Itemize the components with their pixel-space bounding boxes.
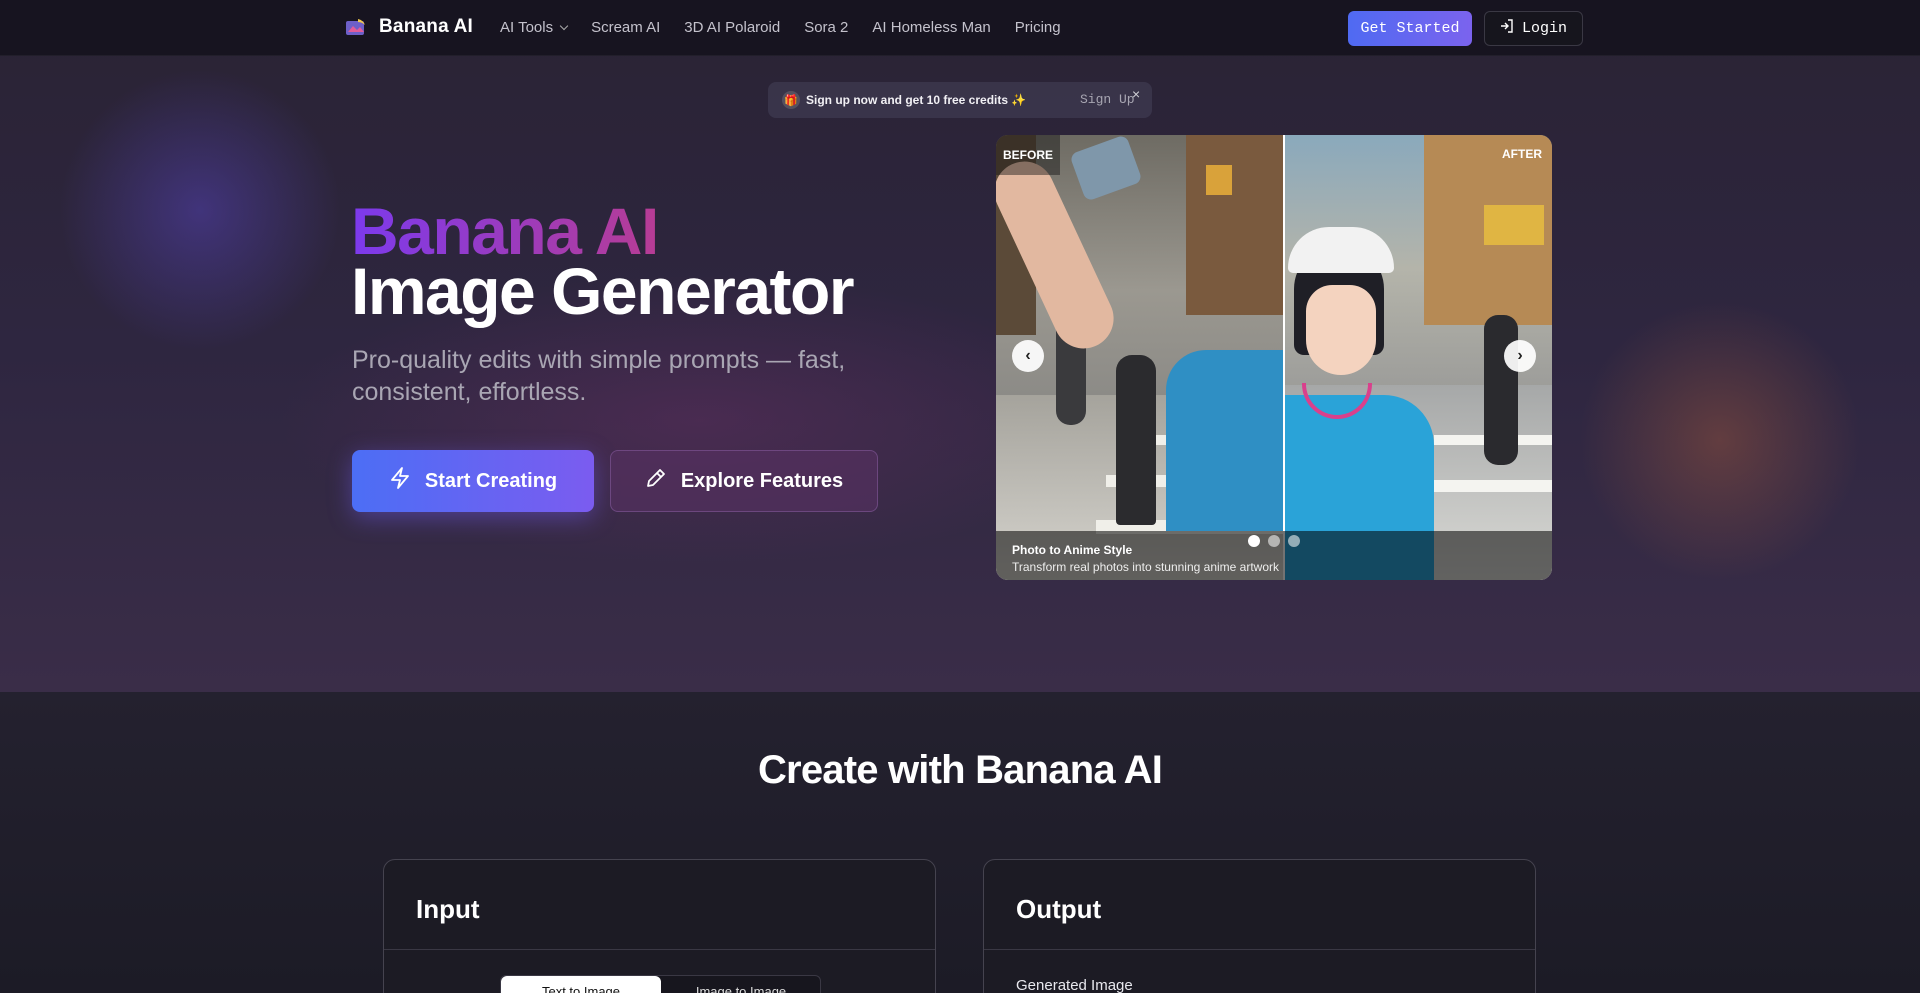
divider bbox=[384, 949, 935, 950]
sign-shape bbox=[1484, 205, 1544, 245]
crosswalk-stripe bbox=[1434, 480, 1552, 492]
top-navbar: Banana AI AI Tools Scream AI 3D AI Polar… bbox=[0, 0, 1920, 56]
login-button[interactable]: Login bbox=[1484, 11, 1583, 46]
chevron-down-icon bbox=[559, 21, 569, 31]
nav-ai-tools[interactable]: AI Tools bbox=[500, 19, 569, 36]
input-heading: Input bbox=[416, 894, 480, 924]
sign-shape bbox=[1206, 165, 1232, 195]
start-creating-label: Start Creating bbox=[424, 469, 558, 492]
divider bbox=[984, 949, 1535, 950]
caption-description: Transform real photos into stunning anim… bbox=[1012, 560, 1280, 574]
input-panel: Input Text to Image Image to Image bbox=[383, 859, 936, 993]
pedestrian-shape bbox=[1484, 315, 1518, 465]
explore-features-label: Explore Features bbox=[680, 469, 844, 492]
lightning-icon bbox=[389, 466, 411, 496]
pedestrian-shape bbox=[1116, 355, 1156, 525]
nav-scream-ai[interactable]: Scream AI bbox=[591, 19, 660, 36]
slide-dot-3[interactable] bbox=[1288, 535, 1300, 547]
prev-slide-button[interactable]: ‹ bbox=[1012, 340, 1044, 372]
output-heading: Output bbox=[1016, 894, 1102, 924]
caption-title: Photo to Anime Style bbox=[1012, 543, 1133, 557]
start-creating-button[interactable]: Start Creating bbox=[352, 450, 594, 512]
explore-features-button[interactable]: Explore Features bbox=[610, 450, 878, 512]
slide-dot-2[interactable] bbox=[1268, 535, 1280, 547]
gift-icon: 🎁 bbox=[782, 91, 800, 109]
tab-image-to-image[interactable]: Image to Image bbox=[661, 976, 821, 993]
sparkle-icon: ✨ bbox=[1011, 93, 1026, 107]
nav-ai-homeless-man[interactable]: AI Homeless Man bbox=[872, 19, 990, 36]
phone-shape bbox=[1069, 135, 1143, 202]
get-started-button[interactable]: Get Started bbox=[1348, 11, 1472, 46]
nav-sora-2[interactable]: Sora 2 bbox=[804, 19, 848, 36]
after-label: AFTER bbox=[1502, 147, 1542, 161]
nav-links: AI Tools Scream AI 3D AI Polaroid Sora 2… bbox=[500, 19, 1061, 36]
hero-title-line2: Image Generator bbox=[351, 254, 855, 328]
slide-dot-1[interactable] bbox=[1248, 535, 1260, 547]
building-shape bbox=[1186, 135, 1284, 315]
nav-ai-tools-label: AI Tools bbox=[500, 19, 554, 36]
generated-image-label: Generated Image bbox=[1016, 977, 1133, 993]
brand-name: Banana AI bbox=[379, 16, 474, 37]
brand[interactable]: Banana AI bbox=[345, 16, 473, 38]
close-icon[interactable]: × bbox=[1132, 86, 1140, 102]
before-after-slider[interactable]: BEFORE AFTER ‹ › Photo to Anime Style Tr… bbox=[996, 135, 1552, 580]
section-background bbox=[0, 692, 1920, 993]
chevron-right-icon: › bbox=[1517, 347, 1523, 364]
shirt-shape bbox=[1166, 350, 1284, 531]
output-panel: Output Generated Image bbox=[983, 859, 1536, 993]
before-label: BEFORE bbox=[996, 135, 1060, 175]
cap-shape bbox=[1288, 227, 1394, 273]
input-mode-tabs: Text to Image Image to Image bbox=[500, 975, 821, 993]
chevron-left-icon: ‹ bbox=[1025, 347, 1031, 364]
banana-logo-icon bbox=[345, 17, 367, 37]
promo-text: Sign up now and get 10 free credits bbox=[806, 93, 1009, 107]
promo-signup-link[interactable]: Sign Up bbox=[1080, 92, 1135, 107]
login-icon bbox=[1500, 19, 1514, 38]
tab-text-to-image[interactable]: Text to Image bbox=[501, 976, 661, 993]
face-shape bbox=[1306, 285, 1376, 375]
hero-subtitle: Pro-quality edits with simple prompts — … bbox=[352, 346, 846, 406]
nav-3d-ai-polaroid[interactable]: 3D AI Polaroid bbox=[684, 19, 780, 36]
next-slide-button[interactable]: › bbox=[1504, 340, 1536, 372]
pencil-icon bbox=[645, 467, 667, 495]
nav-pricing[interactable]: Pricing bbox=[1015, 19, 1061, 36]
compare-divider-handle[interactable] bbox=[1283, 135, 1285, 580]
login-label: Login bbox=[1521, 20, 1567, 37]
promo-banner: 🎁 Sign up now and get 10 free credits ✨ … bbox=[768, 82, 1152, 118]
section-title: Create with Banana AI bbox=[757, 748, 1163, 792]
